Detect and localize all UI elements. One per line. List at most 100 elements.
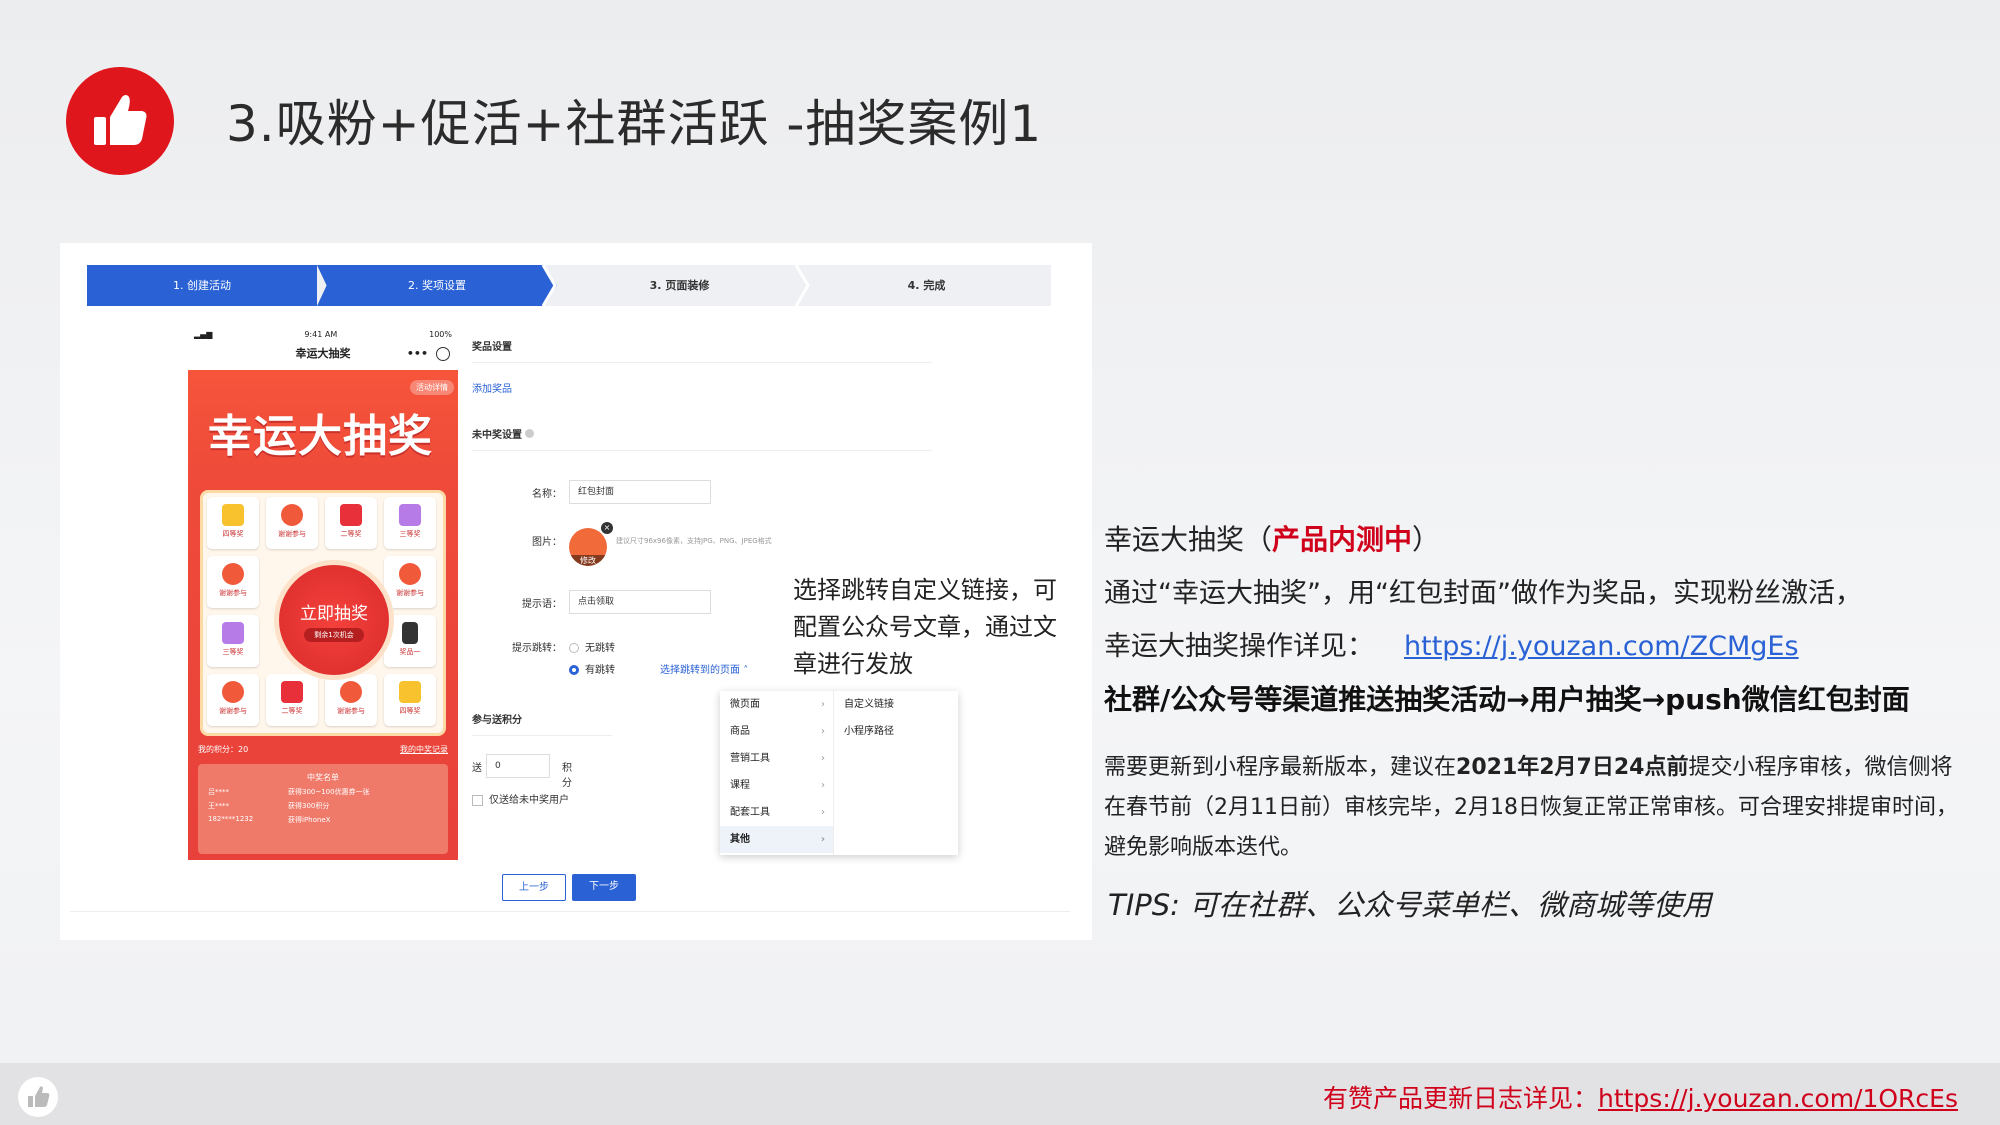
guide-link[interactable]: https://j.youzan.com/ZCMgEs [1404,631,1799,662]
divider [70,911,1070,912]
lottery-banner: 幸运大抽奖 [208,411,433,462]
footer-text: 有赞产品更新日志详见：https://j.youzan.com/1ORcEs [1322,1084,1958,1113]
phone-title: 幸运大抽奖 ••• [188,342,458,366]
has-jump-radio[interactable]: 有跳转 [569,661,615,676]
image-thumb[interactable]: 修改 [569,528,607,566]
menu-item-miniprogram-path[interactable]: 小程序路径 [834,718,958,745]
page-title: 3.吸粉+促活+社群活跃 -抽奖案例1 [226,95,1043,153]
divider [472,362,932,363]
prize-icon [340,681,362,703]
step-chevron-icon [794,265,810,306]
step-chevron-icon [541,265,557,306]
feature-flow: 社群/公众号等渠道推送抽奖活动→用户抽奖→push微信红包封面 [1104,683,1910,716]
prize-cell: 谢谢参与 [384,556,436,608]
info-icon [525,429,535,438]
prev-button[interactable]: 上一步 [502,874,566,901]
prize-icon [281,504,303,526]
prize-icon [222,681,244,703]
prize-cell: 三等奖 [207,615,259,667]
feature-desc: 通过“幸运大抽奖”，用“红包封面”做作为奖品，实现粉丝激活， [1104,578,1862,609]
prize-grid: 四等奖 谢谢参与 二等奖 三等奖 谢谢参与 谢谢参与 三等奖 奖品一 谢谢参与 … [200,490,446,736]
checkbox-icon [472,794,483,806]
thumbs-up-icon [18,1077,58,1117]
remove-image-icon[interactable]: × [601,522,613,534]
menu-primary: 微页面 › 商品 › 营销工具 › 课程 › 配套工具 › 其他 › [720,691,834,855]
chevron-right-icon: › [820,834,825,845]
thumbs-up-logo [66,67,174,175]
no-win-heading: 未中奖设置 [472,426,535,448]
draw-button[interactable]: 立即抽奖 剩余1次机会 [279,565,389,675]
prize-cell: 四等奖 [207,497,259,549]
step-create[interactable]: 1. 创建活动 [87,265,317,306]
phone-preview: ▂▄▆ 9:41 AM 100% 幸运大抽奖 ••• 活动详情 幸运大抽奖 四等… [188,328,458,860]
points-heading: 参与送积分 [472,715,522,726]
my-score: 我的积分：20 [198,745,249,754]
update-note: 需要更新到小程序最新版本，建议在2021年2月7日24点前提交小程序审核，微信侧… [1104,755,1958,860]
menu-item[interactable]: 微页面 › [720,691,833,718]
prize-icon [281,681,303,703]
tip-field[interactable]: 点击领取 [569,590,711,614]
thumbs-up-icon [94,95,147,145]
callout-text: 选择跳转自定义链接，可配置公众号文章，通过文章进行发放 [793,576,1057,678]
chevron-right-icon: › [821,726,825,737]
prize-cell: 三等奖 [384,497,436,549]
radio-icon [569,643,579,653]
divider [472,450,932,451]
list-item: 吕**** 获得300~100优惠券一张 [208,788,370,796]
my-record-link[interactable]: 我的中奖记录 [400,744,448,755]
prize-icon [222,563,244,585]
jump-page-menu: 微页面 › 商品 › 营销工具 › 课程 › 配套工具 › 其他 › 自定义链接 小程序路径 [720,691,958,855]
only-no-win-checkbox[interactable]: 仅送给未中奖用户 [472,791,569,806]
prize-settings-heading: 奖品设置 [472,342,512,353]
radio-icon [569,665,579,675]
menu-item[interactable]: 营销工具 › [720,745,833,772]
chevron-up-icon: ˄ [743,665,749,676]
chevron-right-icon: › [821,753,825,764]
menu-item[interactable]: 课程 › [720,772,833,799]
gift-icon [399,504,421,526]
prize-cell: 谢谢参与 [325,674,377,726]
menu-item-custom-link[interactable]: 自定义链接 [834,691,958,718]
prize-cell: 谢谢参与 [266,497,318,549]
phone-icon [402,622,418,644]
prize-cell: 二等奖 [325,497,377,549]
chevron-right-icon: › [821,699,825,710]
phone-status-bar: ▂▄▆ 9:41 AM 100% [188,328,458,342]
prize-icon [399,563,421,585]
prize-cell: 谢谢参与 [207,674,259,726]
changelog-link[interactable]: https://j.youzan.com/1ORcEs [1598,1084,1958,1113]
prize-cell: 二等奖 [266,674,318,726]
choose-page-link[interactable]: 选择跳转到的页面 ˄ [660,661,748,676]
no-jump-radio[interactable]: 无跳转 [569,639,615,654]
menu-secondary: 自定义链接 小程序路径 [834,691,958,855]
add-prize-link[interactable]: 添加奖品 [472,380,512,395]
step-decor[interactable]: 3. 页面装修 [557,265,802,306]
tips-text: TIPS: 可在社群、公众号菜单栏、微商城等使用 [1108,888,1712,922]
divider [472,735,612,736]
feature-guide: 幸运大抽奖操作详见： https://j.youzan.com/ZCMgEs [1104,631,1799,662]
next-button[interactable]: 下一步 [572,874,636,901]
points-field[interactable]: 0 [486,754,550,778]
prize-cell: 四等奖 [384,674,436,726]
chevron-right-icon: › [821,780,825,791]
menu-item[interactable]: 配套工具 › [720,799,833,826]
prize-icon [399,681,421,703]
prize-icon [222,504,244,526]
activity-detail-link[interactable]: 活动详情 [410,380,454,395]
signal-icon: ▂▄▆ [194,330,213,339]
menu-item[interactable]: 商品 › [720,718,833,745]
gift-icon [222,622,244,644]
step-done[interactable]: 4. 完成 [802,265,1051,306]
more-icon[interactable]: ••• [407,342,428,366]
prize-cell: 谢谢参与 [207,556,259,608]
list-item: 王**** 获得300积分 [208,802,330,810]
winner-list: 中奖名单 吕**** 获得300~100优惠券一张 王**** 获得300积分 18… [198,764,448,854]
feature-title: 幸运大抽奖（产品内测中） [1104,523,1441,556]
footer: 有赞产品更新日志详见：https://j.youzan.com/1ORcEs [0,1063,2000,1125]
image-hint: 建议尺寸96x96像素，支持JPG、PNG、JPEG格式 [616,537,772,545]
menu-item[interactable]: 其他 › [720,826,833,853]
record-icon[interactable] [436,347,450,361]
wizard-steps: 1. 创建活动 2. 奖项设置 3. 页面装修 4. 完成 [87,265,1051,306]
name-field[interactable]: 红包封面 [569,480,711,504]
step-prize[interactable]: 2. 奖项设置 [317,265,557,306]
